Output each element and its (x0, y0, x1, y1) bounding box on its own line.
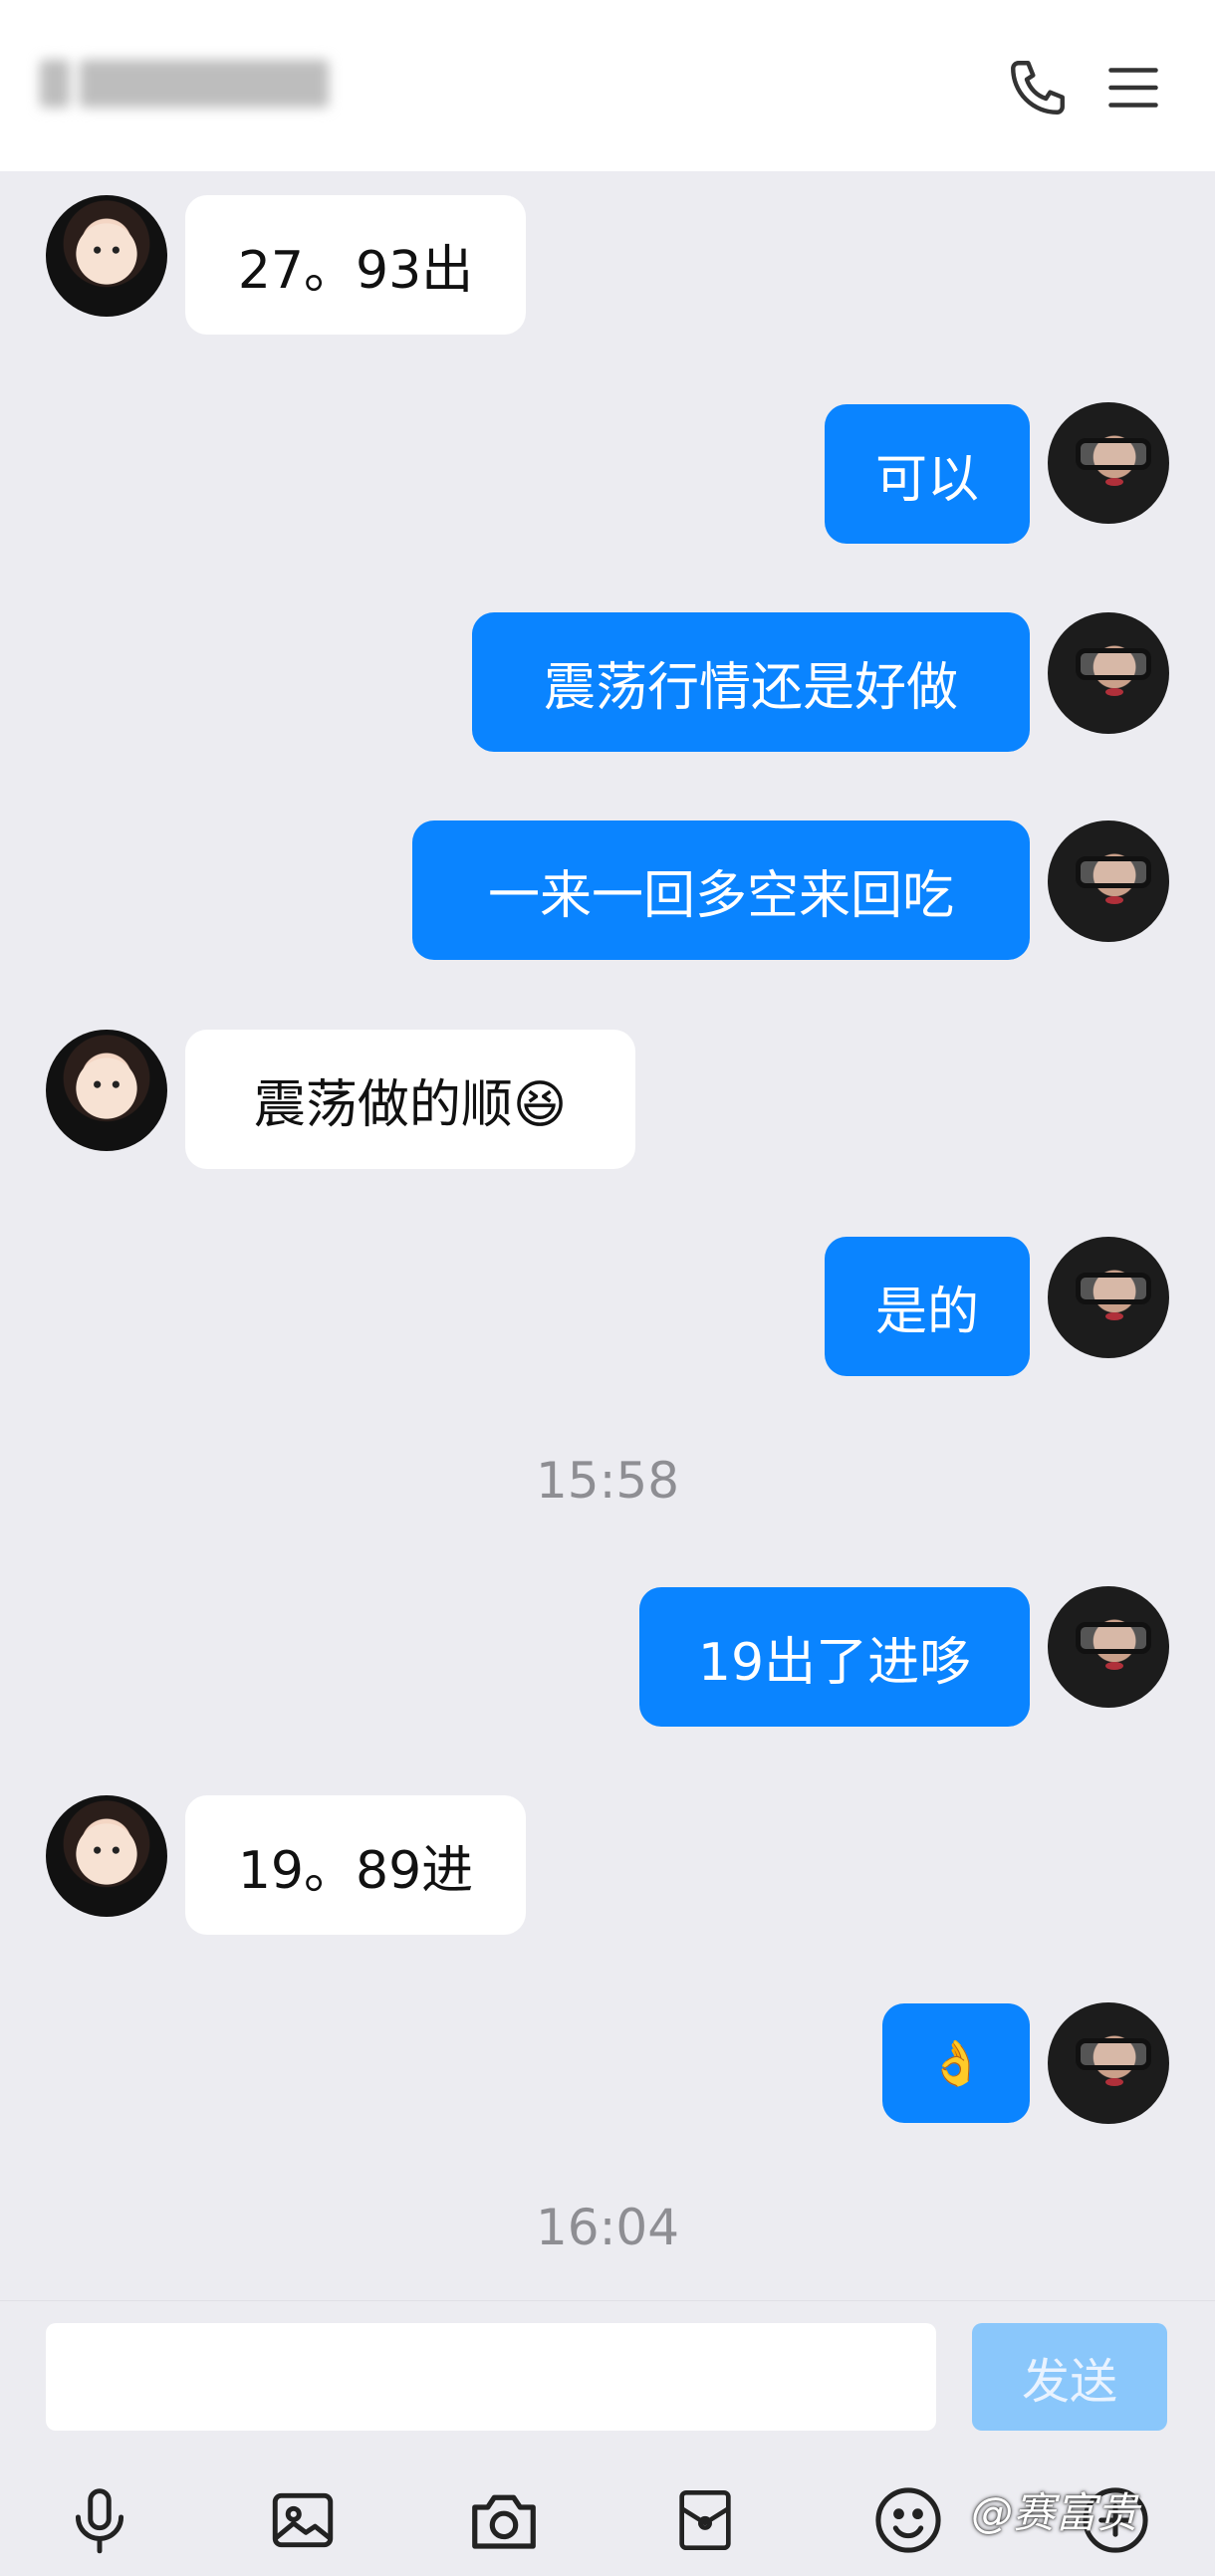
my-avatar[interactable] (1048, 1586, 1169, 1708)
microphone-icon[interactable] (50, 2470, 149, 2570)
message-text: 是的 (874, 1282, 979, 1342)
phone-icon[interactable] (998, 48, 1078, 127)
my-avatar[interactable] (1048, 612, 1169, 734)
watermark: @赛富贵 (971, 2488, 1139, 2537)
chat-screen: 27。93出 可以 震荡行情还是好做 一来一回多空来回吃 震荡做的顺😆 是的 1… (0, 0, 1215, 2576)
message-bubble-incoming[interactable]: 27。93出 (185, 195, 526, 335)
send-button[interactable]: 发送 (972, 2323, 1167, 2431)
hamburger-menu-icon[interactable] (1094, 48, 1173, 127)
contact-avatar[interactable] (46, 1030, 167, 1151)
my-avatar[interactable] (1048, 820, 1169, 942)
message-bubble-outgoing[interactable]: 是的 (825, 1237, 1030, 1376)
message-text: 19。89进 (237, 1840, 474, 1901)
message-text: 震荡行情还是好做 (543, 657, 958, 718)
contact-name-blurred (40, 44, 598, 123)
message-timestamp: 15:58 (535, 1452, 680, 1510)
message-text: 19出了进哆 (697, 1632, 972, 1693)
my-avatar[interactable] (1048, 2002, 1169, 2124)
message-bubble-outgoing[interactable]: 一来一回多空来回吃 (412, 820, 1030, 960)
my-avatar[interactable] (1048, 402, 1169, 524)
red-packet-icon[interactable] (655, 2470, 755, 2570)
message-bubble-outgoing[interactable]: 👌 (882, 2003, 1030, 2123)
image-icon[interactable] (253, 2470, 353, 2570)
message-timestamp: 16:04 (535, 2199, 680, 2256)
emoji-icon[interactable] (858, 2470, 958, 2570)
contact-avatar[interactable] (46, 195, 167, 317)
message-text: 可以 (874, 449, 979, 510)
message-bubble-incoming[interactable]: 震荡做的顺😆 (185, 1030, 635, 1169)
my-avatar[interactable] (1048, 1237, 1169, 1358)
chat-header (0, 0, 1215, 171)
message-text: 👌 (928, 2038, 984, 2089)
message-text: 震荡做的顺😆 (253, 1074, 568, 1135)
message-text: 一来一回多空来回吃 (487, 865, 954, 926)
message-bubble-outgoing[interactable]: 震荡行情还是好做 (472, 612, 1030, 752)
message-bubble-incoming[interactable]: 19。89进 (185, 1795, 526, 1935)
message-text: 27。93出 (237, 240, 474, 301)
contact-avatar[interactable] (46, 1795, 167, 1917)
camera-icon[interactable] (454, 2470, 554, 2570)
message-bubble-outgoing[interactable]: 可以 (825, 404, 1030, 544)
message-input[interactable] (46, 2323, 936, 2431)
message-bubble-outgoing[interactable]: 19出了进哆 (639, 1587, 1030, 1727)
